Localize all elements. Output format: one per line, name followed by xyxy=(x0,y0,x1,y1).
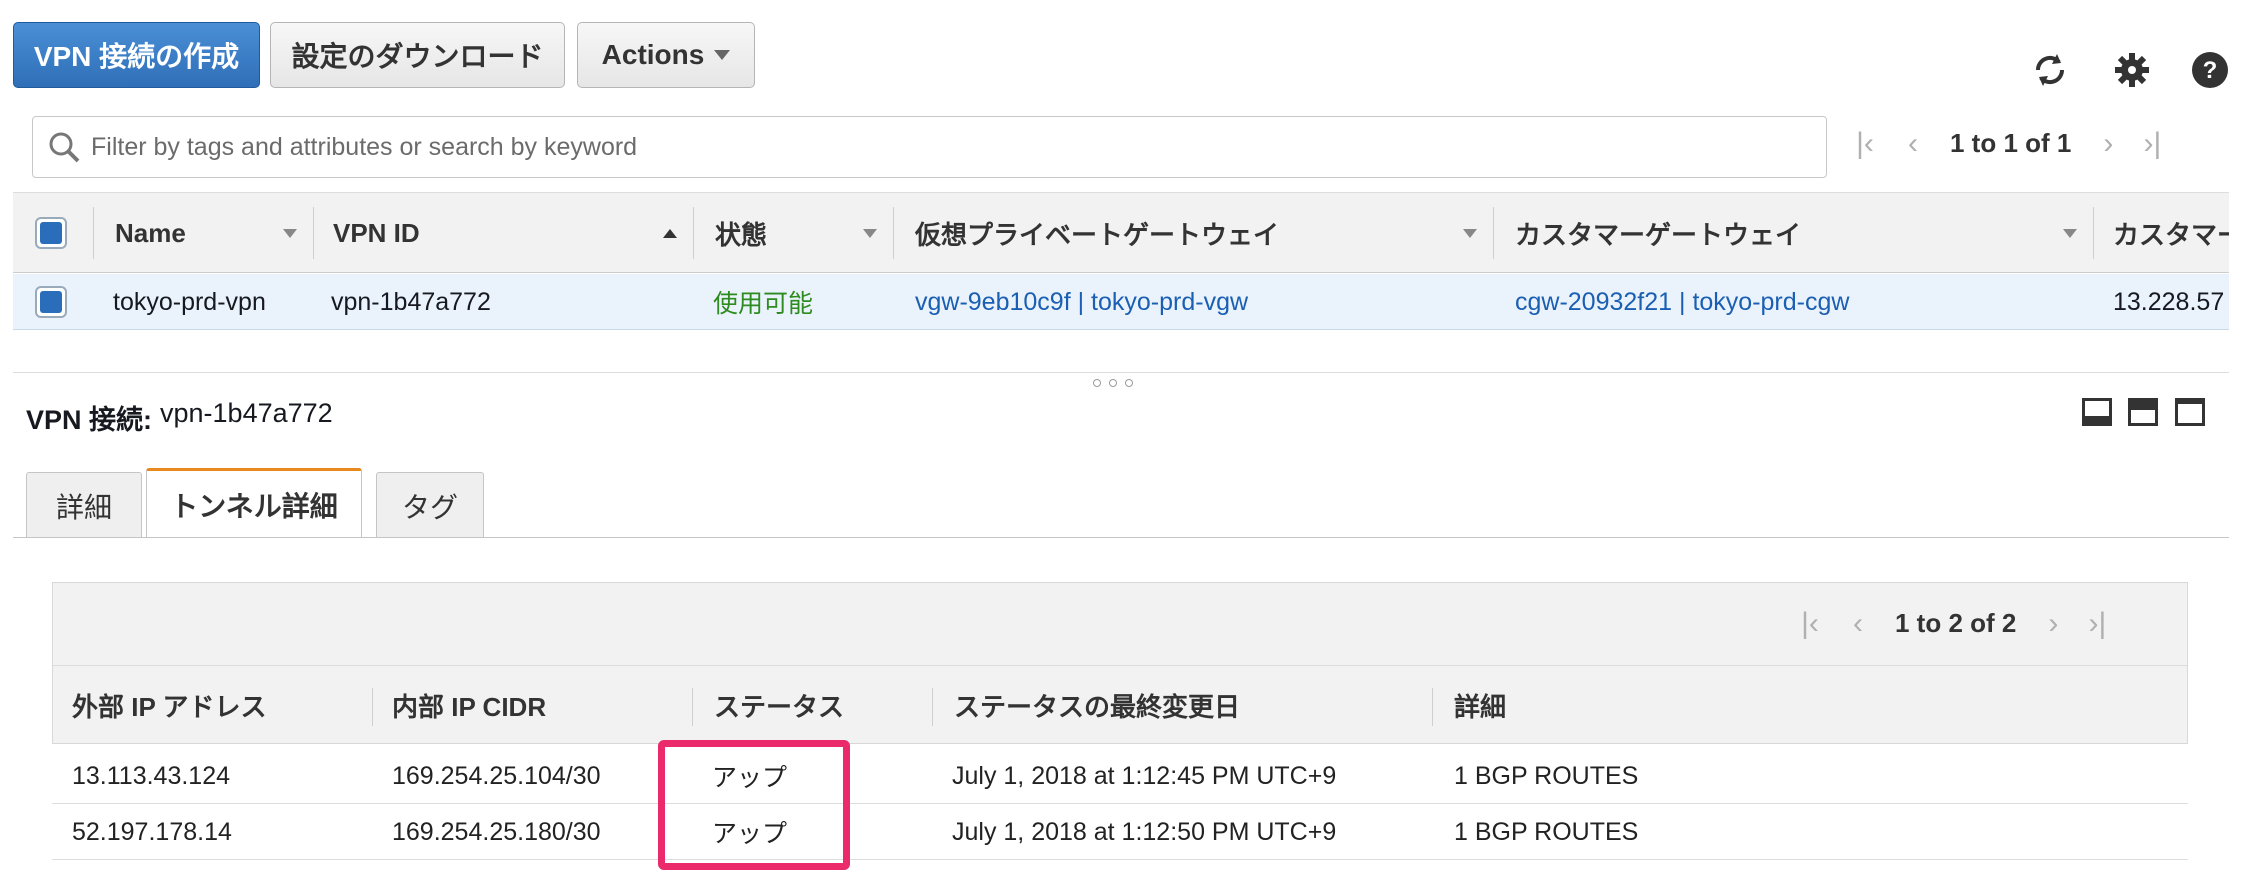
top-pagination: |‹ ‹ 1 to 1 of 1 › ›| xyxy=(1850,127,2167,160)
table-row: 13.113.43.124 169.254.25.104/30 アップ July… xyxy=(52,748,2188,804)
sort-asc-icon[interactable] xyxy=(663,229,677,238)
actions-label: Actions xyxy=(601,39,705,70)
tab-tags[interactable]: タグ xyxy=(376,472,484,538)
next-page-icon[interactable]: › xyxy=(2038,607,2068,640)
search-icon xyxy=(47,130,81,164)
column-customer-ip[interactable]: カスタマー xyxy=(2113,193,2229,274)
resize-handle[interactable] xyxy=(1093,379,1133,387)
vpn-table-header: Name VPN ID 状態 仮想プライベートゲートウェイ カスタマーゲートウェ… xyxy=(13,192,2229,273)
panel-min-icon[interactable] xyxy=(2082,398,2112,426)
svg-text:?: ? xyxy=(2203,57,2218,84)
prev-page-icon[interactable]: ‹ xyxy=(1898,127,1928,160)
column-state[interactable]: 状態 xyxy=(715,193,767,274)
cell-vgw-link[interactable]: vgw-9eb10c9f | tokyo-prd-vgw xyxy=(915,274,1248,330)
cell-detail: 1 BGP ROUTES xyxy=(1454,761,1639,790)
sort-caret-icon[interactable] xyxy=(1463,229,1477,238)
search-placeholder: Filter by tags and attributes or search … xyxy=(91,132,638,161)
detail-vpn-id: vpn-1b47a772 xyxy=(160,398,333,428)
tab-label: トンネル詳細 xyxy=(170,490,338,522)
sort-caret-icon[interactable] xyxy=(863,229,877,238)
help-icon[interactable]: ? xyxy=(2190,50,2230,90)
cell-state: 使用可能 xyxy=(713,290,814,318)
column-name[interactable]: Name xyxy=(115,193,186,274)
cell-last-change: July 1, 2018 at 1:12:50 PM UTC+9 xyxy=(952,817,1337,846)
create-vpn-button[interactable]: VPN 接続の作成 xyxy=(13,22,260,88)
table-row: 52.197.178.14 169.254.25.180/30 アップ July… xyxy=(52,804,2188,860)
actions-dropdown[interactable]: Actions xyxy=(577,22,755,88)
sort-caret-icon[interactable] xyxy=(2063,229,2077,238)
gear-icon[interactable] xyxy=(2112,50,2152,90)
cell-detail: 1 BGP ROUTES xyxy=(1454,817,1639,846)
download-config-label: 設定のダウンロード xyxy=(291,41,544,72)
cell-name: tokyo-prd-vpn xyxy=(113,287,266,316)
panel-max-icon[interactable] xyxy=(2175,398,2205,426)
first-page-icon[interactable]: |‹ xyxy=(1850,127,1880,160)
split-divider xyxy=(13,372,2229,373)
tab-baseline xyxy=(13,537,2229,538)
row-checkbox[interactable] xyxy=(35,286,67,318)
last-page-icon[interactable]: ›| xyxy=(2082,607,2112,640)
pagination-text: 1 to 2 of 2 xyxy=(1895,608,2017,638)
sort-caret-icon[interactable] xyxy=(283,229,297,238)
table-row[interactable]: tokyo-prd-vpn vpn-1b47a772 使用可能 vgw-9eb1… xyxy=(13,274,2229,330)
cell-customer-ip: 13.228.57 xyxy=(2113,287,2225,316)
prev-page-icon[interactable]: ‹ xyxy=(1843,607,1873,640)
detail-title: VPN 接続: vpn-1b47a772 xyxy=(26,398,333,437)
first-page-icon[interactable]: |‹ xyxy=(1795,607,1825,640)
panel-half-icon[interactable] xyxy=(2128,398,2158,426)
cell-inside-cidr: 169.254.25.180/30 xyxy=(392,817,601,846)
tunnel-pagination: |‹ ‹ 1 to 2 of 2 › ›| xyxy=(1795,607,2112,640)
chevron-down-icon xyxy=(714,50,731,60)
cell-last-change: July 1, 2018 at 1:12:45 PM UTC+9 xyxy=(952,761,1337,790)
column-inside-cidr: 内部 IP CIDR xyxy=(392,691,547,722)
last-page-icon[interactable]: ›| xyxy=(2137,127,2167,160)
search-input[interactable]: Filter by tags and attributes or search … xyxy=(32,116,1827,178)
select-all-checkbox[interactable] xyxy=(35,217,67,249)
column-cgw[interactable]: カスタマーゲートウェイ xyxy=(1515,193,1801,274)
column-last-change: ステータスの最終変更日 xyxy=(954,691,1241,722)
cell-outside-ip: 13.113.43.124 xyxy=(72,761,231,790)
column-outside-ip: 外部 IP アドレス xyxy=(72,691,267,722)
download-config-button[interactable]: 設定のダウンロード xyxy=(270,22,565,88)
detail-label: VPN 接続: xyxy=(26,405,153,435)
column-status: ステータス xyxy=(714,691,845,722)
cell-cgw-link[interactable]: cgw-20932f21 | tokyo-prd-cgw xyxy=(1515,274,1849,330)
column-vgw[interactable]: 仮想プライベートゲートウェイ xyxy=(915,193,1279,274)
column-vpn-id[interactable]: VPN ID xyxy=(333,193,420,274)
next-page-icon[interactable]: › xyxy=(2093,127,2123,160)
pagination-text: 1 to 1 of 1 xyxy=(1950,128,2072,158)
cell-inside-cidr: 169.254.25.104/30 xyxy=(392,761,601,790)
tab-tunnel-details[interactable]: トンネル詳細 xyxy=(146,468,362,538)
column-detail: 詳細 xyxy=(1454,691,1507,722)
cell-vpn-id: vpn-1b47a772 xyxy=(331,287,491,316)
cell-outside-ip: 52.197.178.14 xyxy=(72,817,232,846)
refresh-icon[interactable] xyxy=(2030,50,2070,90)
tab-details[interactable]: 詳細 xyxy=(26,472,142,538)
create-vpn-label: VPN 接続の作成 xyxy=(33,41,240,72)
tab-label: タグ xyxy=(401,491,458,523)
tab-label: 詳細 xyxy=(55,491,112,523)
status-highlight-box xyxy=(658,740,850,870)
